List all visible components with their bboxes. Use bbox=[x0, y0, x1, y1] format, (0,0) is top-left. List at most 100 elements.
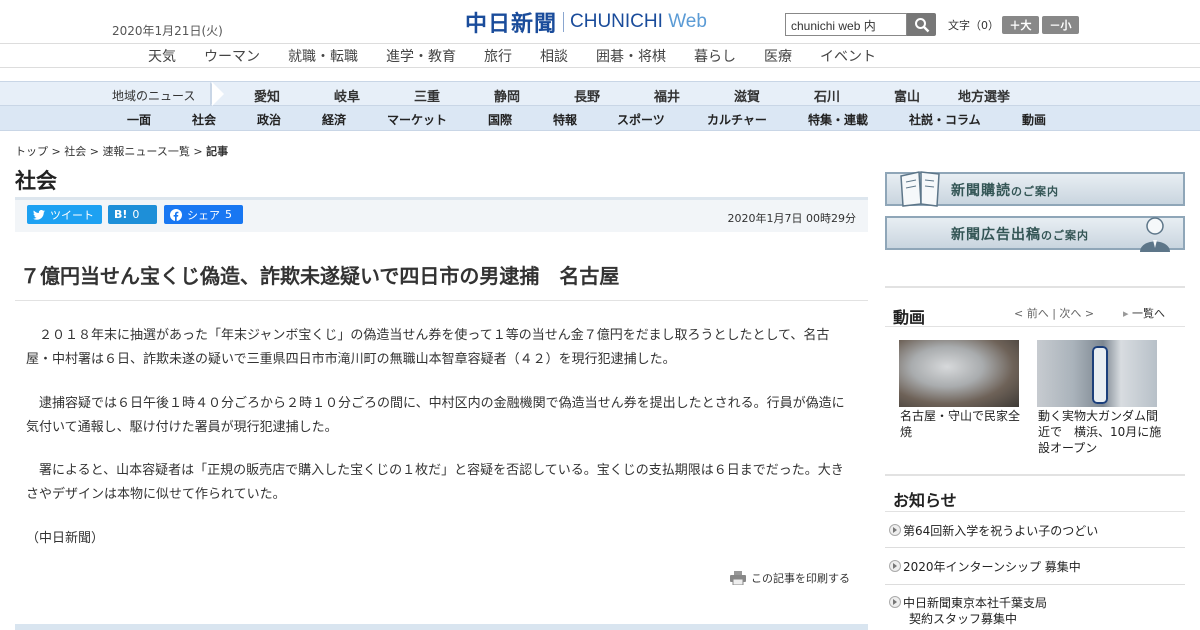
top-nav-item[interactable]: 相談 bbox=[540, 46, 568, 66]
region-item[interactable]: 地方選挙 bbox=[958, 86, 1010, 105]
print-label: この記事を印刷する bbox=[751, 572, 850, 585]
top-nav-item[interactable]: 天気 bbox=[148, 46, 176, 66]
notice-section-divider bbox=[885, 474, 1185, 476]
category-item[interactable]: カルチャー bbox=[707, 111, 767, 128]
article-title: ７億円当せん宝くじ偽造、詐欺未遂疑いで四日市の男逮捕 名古屋 bbox=[20, 264, 620, 288]
hatena-icon: B! bbox=[114, 208, 128, 221]
article-bottom-bar bbox=[15, 624, 868, 630]
top-nav-item[interactable]: ウーマン bbox=[204, 46, 260, 66]
video-list-link[interactable]: 一覧へ bbox=[1123, 305, 1165, 321]
top-nav: 天気 ウーマン 就職・転職 進学・教育 旅行 相談 囲碁・将棋 暮らし 医療 イ… bbox=[0, 43, 1200, 68]
video-thumbnail-fire[interactable] bbox=[899, 340, 1019, 407]
site-logo[interactable]: 中日新聞 CHUNICHI Web bbox=[465, 8, 707, 37]
facebook-label: シェア bbox=[187, 208, 220, 222]
notice-heading: お知らせ bbox=[893, 491, 957, 510]
logo-jp: 中日新聞 bbox=[465, 11, 558, 37]
video-caption[interactable]: 動く実物大ガンダム間近で 横浜、10月に施設オープン bbox=[1038, 408, 1162, 456]
search-icon bbox=[914, 17, 929, 32]
notice-item[interactable]: 2020年インターンシップ 募集中 bbox=[889, 559, 1081, 575]
arrow-circle-icon bbox=[889, 524, 901, 536]
category-item[interactable]: マーケット bbox=[387, 111, 447, 128]
region-item[interactable]: 福井 bbox=[654, 86, 680, 105]
print-article-link[interactable]: この記事を印刷する bbox=[730, 570, 850, 586]
logo-en: CHUNICHI Web bbox=[570, 11, 707, 32]
arrow-circle-icon bbox=[889, 560, 901, 572]
notice-item[interactable]: 第64回新入学を祝うよい子のつどい bbox=[889, 523, 1098, 539]
hatena-count: 0 bbox=[132, 208, 140, 221]
newspaper-icon bbox=[900, 171, 940, 207]
top-nav-item[interactable]: 暮らし bbox=[694, 46, 736, 66]
article-paragraph: ２０１８年末に抽選があった「年末ジャンボ宝くじ」の偽造当せん券を使って１等の当せ… bbox=[26, 328, 830, 367]
article-source: （中日新聞） bbox=[26, 531, 105, 546]
category-item[interactable]: 特報 bbox=[553, 111, 577, 128]
category-nav: 一面 社会 政治 経済 マーケット 国際 特報 スポーツ カルチャー 特集・連載… bbox=[0, 106, 1200, 131]
article-paragraph: 逮捕容疑では６日午後１時４０分ごろから２時１０分ごろの間に、中村区内の金融機関で… bbox=[26, 396, 845, 435]
category-item[interactable]: 政治 bbox=[257, 111, 281, 128]
region-item[interactable]: 岐阜 bbox=[334, 86, 360, 105]
notice-item[interactable]: 中日新聞東京本社千葉支局 契約スタッフ募集中 bbox=[889, 595, 1047, 627]
region-nav: 地域のニュース 愛知 岐阜 三重 静岡 長野 福井 滋賀 石川 富山 地方選挙 bbox=[0, 81, 1200, 106]
region-item[interactable]: 三重 bbox=[414, 86, 440, 105]
breadcrumb-list[interactable]: 速報ニュース一覧 bbox=[102, 145, 189, 158]
arrow-circle-icon bbox=[889, 596, 901, 608]
top-nav-item[interactable]: 進学・教育 bbox=[386, 46, 456, 66]
article-paragraph: 署によると、山本容疑者は「正規の販売店で購入した宝くじの１枚だ」と容疑を否認して… bbox=[26, 463, 844, 502]
breadcrumb: トップ > 社会 > 速報ニュース一覧 > 記事 bbox=[15, 145, 229, 158]
article-datetime: 2020年1月7日 00時29分 bbox=[727, 212, 856, 225]
header-date: 2020年1月21日(火) bbox=[112, 24, 223, 38]
video-thumbnail-gundam[interactable] bbox=[1037, 340, 1157, 407]
tweet-button[interactable]: ツイート bbox=[27, 205, 102, 224]
printer-icon bbox=[730, 571, 746, 585]
region-item[interactable]: 石川 bbox=[814, 86, 840, 105]
font-size-label: 文字（0） bbox=[948, 19, 999, 32]
advertise-banner[interactable]: 新聞広告出稿のご案内 bbox=[885, 216, 1185, 252]
subscribe-banner-text: 新聞購読のご案内 bbox=[951, 183, 1059, 199]
video-prev-next[interactable]: < 前へ | 次へ > bbox=[1014, 305, 1094, 321]
notice-heading-rule bbox=[885, 511, 1185, 512]
category-item[interactable]: 社会 bbox=[192, 111, 216, 128]
subscribe-banner[interactable]: 新聞購読のご案内 bbox=[885, 171, 1185, 207]
facebook-share-button[interactable]: シェア 5 bbox=[164, 205, 243, 224]
video-heading-rule bbox=[885, 326, 1185, 327]
category-item[interactable]: 経済 bbox=[322, 111, 346, 128]
tweet-label: ツイート bbox=[50, 208, 94, 222]
category-item[interactable]: 動画 bbox=[1022, 111, 1046, 128]
breadcrumb-top[interactable]: トップ bbox=[15, 145, 48, 158]
region-item[interactable]: 愛知 bbox=[254, 86, 280, 105]
video-heading: 動画 bbox=[893, 308, 926, 327]
video-caption[interactable]: 名古屋・守山で民家全焼 bbox=[900, 408, 1026, 440]
region-item[interactable]: 滋賀 bbox=[734, 86, 760, 105]
category-item[interactable]: 特集・連載 bbox=[808, 111, 868, 128]
search-input[interactable]: chunichi web 内 bbox=[785, 13, 907, 36]
hatena-bookmark-button[interactable]: B! 0 bbox=[108, 205, 157, 224]
top-nav-item[interactable]: 旅行 bbox=[484, 46, 512, 66]
region-nav-label: 地域のニュース bbox=[112, 89, 196, 103]
breadcrumb-society[interactable]: 社会 bbox=[64, 145, 86, 158]
breadcrumb-current: 記事 bbox=[206, 145, 229, 158]
font-size-up-button[interactable]: ＋大 bbox=[1002, 16, 1039, 34]
category-item[interactable]: 一面 bbox=[127, 111, 151, 128]
top-nav-item[interactable]: 医療 bbox=[764, 46, 792, 66]
facebook-icon bbox=[170, 208, 182, 221]
top-nav-item[interactable]: 囲碁・将棋 bbox=[596, 46, 666, 66]
font-size-down-button[interactable]: －小 bbox=[1042, 16, 1079, 34]
category-item[interactable]: スポーツ bbox=[617, 111, 665, 128]
person-icon bbox=[1140, 217, 1170, 252]
advertise-banner-text: 新聞広告出稿のご案内 bbox=[951, 227, 1089, 243]
twitter-icon bbox=[33, 209, 45, 220]
top-nav-item[interactable]: 就職・転職 bbox=[288, 46, 358, 66]
region-item[interactable]: 静岡 bbox=[494, 86, 520, 105]
category-item[interactable]: 国際 bbox=[488, 111, 512, 128]
section-title: 社会 bbox=[15, 169, 57, 193]
title-divider bbox=[15, 300, 868, 301]
region-item[interactable]: 長野 bbox=[574, 86, 600, 105]
top-nav-item[interactable]: イベント bbox=[820, 46, 876, 66]
video-section-divider bbox=[885, 286, 1185, 288]
share-bar: ツイート B! 0 シェア 5 2020年1月7日 00時29分 bbox=[15, 200, 868, 232]
search-button[interactable] bbox=[907, 13, 936, 36]
logo-divider bbox=[563, 12, 565, 32]
category-item[interactable]: 社説・コラム bbox=[909, 111, 981, 128]
region-item[interactable]: 富山 bbox=[894, 86, 920, 105]
facebook-count: 5 bbox=[225, 208, 232, 221]
site-header: 2020年1月21日(火) 中日新聞 CHUNICHI Web chunichi… bbox=[0, 0, 1200, 43]
